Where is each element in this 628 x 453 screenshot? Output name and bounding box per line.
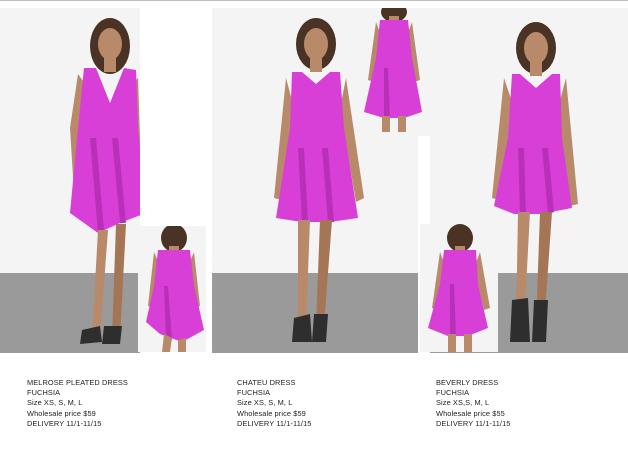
product-1-color: FUCHSIA — [27, 388, 61, 398]
product-2-price: Wholesale price $59 — [237, 408, 306, 418]
product-2-back-photo — [356, 8, 430, 136]
product-3-price: Wholesale price $55 — [436, 408, 505, 418]
product-1-back-photo — [138, 226, 206, 352]
product-2-name: CHATEU DRESS — [237, 378, 296, 387]
product-3-caption: BEVERLY DRESS FUCHSIA Size XS,S, M, L Wh… — [436, 378, 510, 429]
product-1-price: Wholesale price $59 — [27, 408, 96, 418]
product-2-caption: CHATEU DRESS FUCHSIA Size XS, S, M, L Wh… — [237, 378, 311, 429]
product-3-back-photo — [420, 224, 498, 352]
product-1-delivery: DELIVERY 11/1-11/15 — [27, 418, 102, 428]
product-2-size: Size XS, S, M, L — [237, 398, 293, 408]
product-2-color: FUCHSIA — [237, 388, 271, 398]
product-3-color: FUCHSIA — [436, 388, 470, 398]
product-3-delivery: DELIVERY 11/1-11/15 — [436, 418, 511, 428]
product-1-size: Size XS, S, M, L — [27, 398, 83, 408]
product-3-name: BEVERLY DRESS — [436, 378, 499, 387]
product-2-delivery: DELIVERY 11/1-11/15 — [237, 418, 312, 428]
product-3-size: Size XS,S, M, L — [436, 398, 490, 408]
product-1-name: MELROSE PLEATED DRESS — [27, 378, 128, 387]
product-1-caption: MELROSE PLEATED DRESS FUCHSIA Size XS, S… — [27, 378, 128, 429]
top-rule — [0, 0, 628, 1]
product-1-front-photo — [0, 8, 140, 353]
